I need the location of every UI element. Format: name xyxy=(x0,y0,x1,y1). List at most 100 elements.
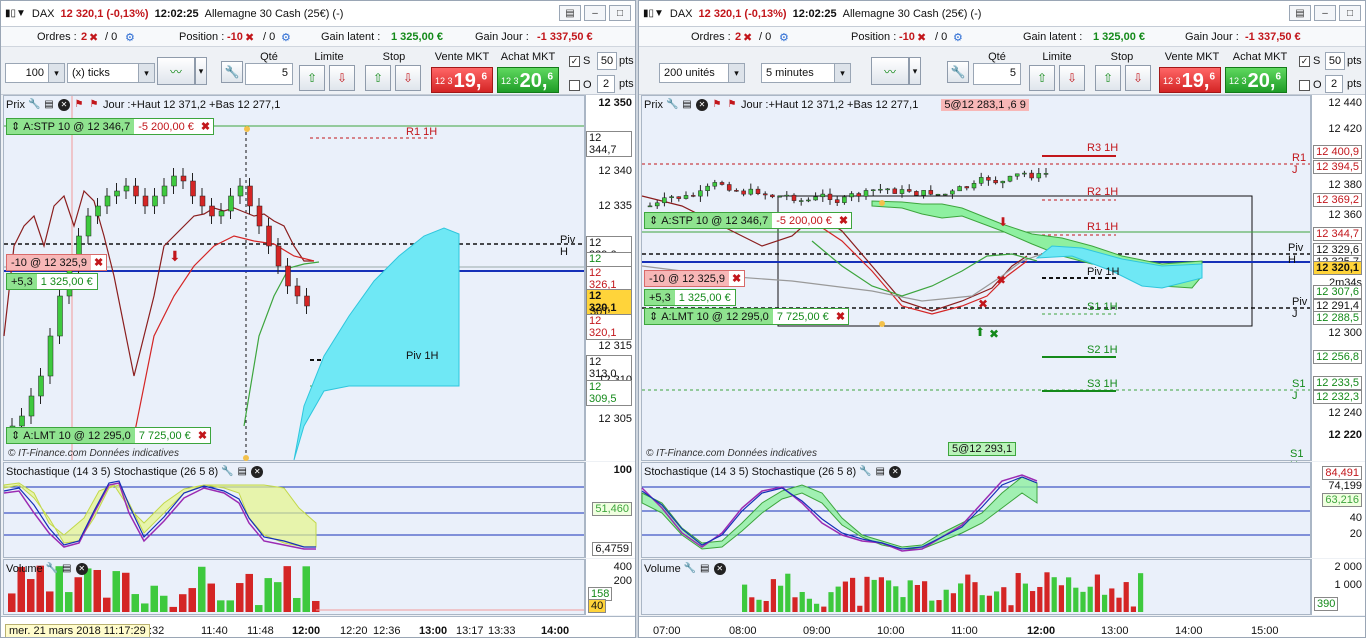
buy-limit-icon[interactable]: ⇧ xyxy=(299,65,325,91)
cancel-stop-icon[interactable]: ✖ xyxy=(198,120,213,133)
position-settings-icon[interactable]: ⚙ xyxy=(281,31,291,44)
drag-icon[interactable]: ⇕ xyxy=(649,310,658,323)
list-icon[interactable]: ▤ xyxy=(61,563,73,575)
qte-input[interactable]: 5 xyxy=(245,63,293,85)
indicator-chart-icon[interactable]: 〰 xyxy=(871,57,909,85)
volume-panel[interactable]: Volume 🔧 ▤ ✕ xyxy=(3,559,585,615)
close-icon[interactable]: ✕ xyxy=(713,563,726,575)
stochastic-panel[interactable]: Stochastique (14 3 5) Stochastique (26 5… xyxy=(3,462,585,558)
drag-icon[interactable]: ⇕ xyxy=(11,120,20,133)
tick-count-field[interactable]: 100 ▾ xyxy=(5,63,65,83)
wrench-icon[interactable]: 🔧 xyxy=(46,563,58,575)
checkbox-icon[interactable] xyxy=(1299,79,1310,91)
close-icon[interactable]: ✕ xyxy=(889,466,902,478)
close-icon[interactable]: ✕ xyxy=(57,99,70,111)
detach-icon[interactable]: ▤ xyxy=(1289,5,1311,21)
cancel-stop-icon[interactable]: ✖ xyxy=(836,214,851,227)
position-settings-icon[interactable]: ⚙ xyxy=(953,31,963,44)
minimize-icon[interactable]: – xyxy=(1314,5,1336,21)
price-y-axis[interactable]: 12 350 12 344,7 12 340 12 335 12 329,6 1… xyxy=(585,95,635,461)
close-icon[interactable]: ✕ xyxy=(75,563,88,575)
close-icon[interactable]: ✕ xyxy=(695,99,708,111)
chart-type-icon[interactable]: ▮▯▼ xyxy=(643,8,664,19)
chevron-down-icon[interactable]: ▾ xyxy=(728,64,744,82)
objective-checkbox[interactable]: O xyxy=(1299,79,1322,91)
sell-flag-icon[interactable]: ⚑ xyxy=(726,99,738,111)
chevron-down-icon[interactable]: ▾ xyxy=(138,64,154,82)
sell-limit-icon[interactable]: ⇩ xyxy=(329,65,355,91)
wrench-icon[interactable]: 🔧 xyxy=(28,99,40,111)
chevron-down-icon[interactable]: ▾ xyxy=(195,57,207,85)
cancel-orders-icon[interactable]: ✖ xyxy=(743,31,752,44)
unit-select[interactable]: (x) ticks ▾ xyxy=(67,63,155,83)
position-tag[interactable]: -10 @ 12 325,9 ✖ xyxy=(644,270,746,287)
price-y-axis[interactable]: 12 440 12 420 12 400,9 12 394,5 12 380 1… xyxy=(1311,95,1365,461)
detach-icon[interactable]: ▤ xyxy=(559,5,581,21)
units-select[interactable]: 200 unités ▾ xyxy=(659,63,745,83)
stop-checkbox[interactable]: ✓ S xyxy=(569,55,590,67)
price-panel[interactable]: ⬇ Prix 🔧 ▤ ✕ ⚑ ⚑ Jour :+Haut 12 371,2 +B… xyxy=(3,95,585,461)
buy-stop-icon[interactable]: ⇧ xyxy=(1095,65,1121,91)
wrench-icon[interactable]: 🔧 xyxy=(666,99,678,111)
wrench-icon[interactable]: 🔧 xyxy=(221,466,233,478)
flag-icon[interactable]: ⚑ xyxy=(711,99,723,111)
indicator-chart-icon[interactable]: 〰 xyxy=(157,57,195,85)
cancel-limit-icon[interactable]: ✖ xyxy=(195,429,210,442)
stop-checkbox[interactable]: ✓ S xyxy=(1299,55,1320,67)
orders-count[interactable]: 2 xyxy=(81,31,87,43)
limit-order-tag[interactable]: ⇕ A:LMT 10 @ 12 295,0 7 725,00 € ✖ xyxy=(6,427,212,444)
stop-order-tag[interactable]: ⇕ A:STP 10 @ 12 346,7 -5 200,00 € ✖ xyxy=(6,118,215,135)
wrench-icon[interactable]: 🔧 xyxy=(221,61,243,83)
checkbox-icon[interactable]: ✓ xyxy=(569,55,580,67)
volume-y-axis[interactable]: 400 200 158 40 xyxy=(585,559,635,615)
buy-market-button[interactable]: 12 3 20,6 xyxy=(497,67,559,93)
checkbox-icon[interactable] xyxy=(569,79,580,91)
objective-points-input[interactable]: 2 xyxy=(597,75,615,93)
spinner-icon[interactable]: ▾ xyxy=(48,64,64,82)
close-icon[interactable]: ✕ xyxy=(251,466,264,478)
list-icon[interactable]: ▤ xyxy=(874,466,886,478)
objective-checkbox[interactable]: O xyxy=(569,79,592,91)
position-tag[interactable]: -10 @ 12 325,9 ✖ xyxy=(6,254,108,271)
checkbox-icon[interactable]: ✓ xyxy=(1299,55,1310,67)
close-position-icon[interactable]: ✖ xyxy=(245,31,254,44)
stochastic-y-axis[interactable]: 84,491 74,199 63,216 40 20 xyxy=(1311,462,1365,558)
price-panel[interactable]: ✖ ✖ ⬇ ⬆ ✖ Prix 🔧 ▤ ✕ ⚑ ⚑ Jour :+Haut 12 … xyxy=(641,95,1311,472)
maximize-icon[interactable]: □ xyxy=(1339,5,1361,21)
orders-count[interactable]: 2 xyxy=(735,31,741,43)
stochastic-y-axis[interactable]: 100 51,460 6,4759 xyxy=(585,462,635,558)
wrench-icon[interactable]: 🔧 xyxy=(947,61,969,83)
chevron-down-icon[interactable]: ▾ xyxy=(834,64,850,82)
settings-icon[interactable]: ⚙ xyxy=(779,31,789,44)
symbol-label[interactable]: DAX xyxy=(32,8,55,20)
list-icon[interactable]: ▤ xyxy=(699,563,711,575)
flag-icon[interactable]: ⚑ xyxy=(73,99,85,111)
time-axis[interactable]: 07:00 08:00 09:00 10:00 11:00 12:00 13:0… xyxy=(639,616,1365,637)
wrench-icon[interactable]: 🔧 xyxy=(684,563,696,575)
drag-icon[interactable]: ⇕ xyxy=(11,429,20,442)
minimize-icon[interactable]: – xyxy=(584,5,606,21)
volume-panel[interactable]: Volume 🔧 ▤ ✕ xyxy=(641,559,1311,615)
qte-input[interactable]: 5 xyxy=(973,63,1021,85)
maximize-icon[interactable]: □ xyxy=(609,5,631,21)
close-position-icon[interactable]: ✖ xyxy=(729,272,744,285)
chevron-down-icon[interactable]: ▾ xyxy=(909,57,921,85)
time-axis[interactable]: mer. 21 mars 2018 11:17:29 :32 11:40 11:… xyxy=(1,616,635,637)
objective-points-input[interactable]: 2 xyxy=(1325,75,1343,93)
cancel-limit-icon[interactable]: ✖ xyxy=(833,310,848,323)
list-icon[interactable]: ▤ xyxy=(236,466,248,478)
volume-y-axis[interactable]: 2 000 1 000 390 xyxy=(1311,559,1365,615)
sell-stop-icon[interactable]: ⇩ xyxy=(395,65,421,91)
wrench-icon[interactable]: 🔧 xyxy=(859,466,871,478)
interval-select[interactable]: 5 minutes ▾ xyxy=(761,63,851,83)
buy-limit-icon[interactable]: ⇧ xyxy=(1029,65,1055,91)
list-icon[interactable]: ▤ xyxy=(43,99,55,111)
stop-order-tag[interactable]: ⇕ A:STP 10 @ 12 346,7 -5 200,00 € ✖ xyxy=(644,212,853,229)
sell-market-button[interactable]: 12 3 19,6 xyxy=(1159,67,1221,93)
sell-stop-icon[interactable]: ⇩ xyxy=(1125,65,1151,91)
sell-market-button[interactable]: 12 3 19,6 xyxy=(431,67,493,93)
stop-points-input[interactable]: 50 xyxy=(597,52,617,70)
stop-points-input[interactable]: 50 xyxy=(1325,52,1345,70)
close-position-icon[interactable]: ✖ xyxy=(91,256,106,269)
stochastic-panel[interactable]: Stochastique (14 3 5) Stochastique (26 5… xyxy=(641,462,1311,558)
